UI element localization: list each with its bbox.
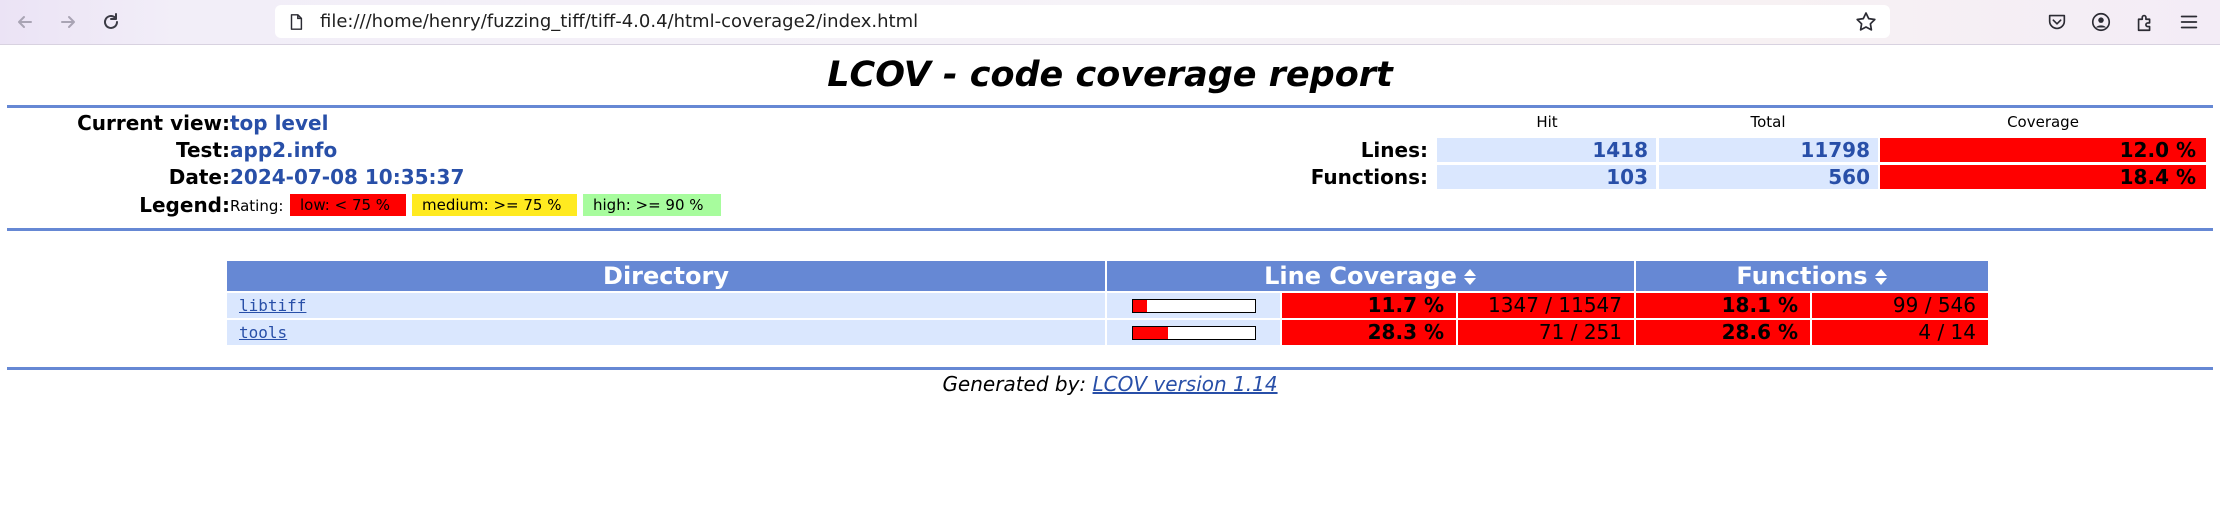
summary-functions-coverage: 18.4 % xyxy=(1880,165,2206,189)
legend-high-badge: high: >= 90 % xyxy=(583,194,721,216)
coverage-bar xyxy=(1132,299,1256,313)
menu-icon[interactable] xyxy=(2177,10,2201,34)
sort-icon[interactable] xyxy=(1463,267,1477,287)
table-row: libtiff xyxy=(227,293,1105,318)
summary-lines-total: 11798 xyxy=(1659,138,1878,162)
report-page: LCOV - code coverage report Current view… xyxy=(0,45,2220,396)
legend-rating-label: Rating: xyxy=(230,197,284,215)
test-row: Test: xyxy=(0,138,230,164)
line-coverage-ratio: 71 / 251 xyxy=(1458,320,1634,345)
divider xyxy=(7,105,2213,108)
date-row: Date: xyxy=(0,165,230,191)
legend-medium-badge: medium: >= 75 % xyxy=(412,194,577,216)
summary-total-header: Total xyxy=(1750,113,1786,131)
line-coverage-ratio: 1347 / 11547 xyxy=(1458,293,1634,318)
bookmark-star-icon[interactable] xyxy=(1854,10,1878,34)
sort-icon[interactable] xyxy=(1874,267,1888,287)
address-bar[interactable]: file:///home/henry/fuzzing_tiff/tiff-4.0… xyxy=(275,5,1890,38)
summary-hit-header: Hit xyxy=(1536,113,1558,131)
url-text[interactable]: file:///home/henry/fuzzing_tiff/tiff-4.0… xyxy=(320,11,918,32)
back-icon[interactable] xyxy=(11,8,39,36)
date-value: 2024-07-08 10:35:37 xyxy=(230,165,465,189)
directory-link-libtiff[interactable]: libtiff xyxy=(239,296,306,315)
function-coverage-ratio: 99 / 546 xyxy=(1812,293,1988,318)
reload-icon[interactable] xyxy=(97,8,125,36)
test-value: app2.info xyxy=(230,138,338,162)
legend-low-badge: low: < 75 % xyxy=(290,194,406,216)
coverage-bar xyxy=(1132,326,1256,340)
summary-functions-hit: 103 xyxy=(1437,165,1656,189)
directory-header-label: Directory xyxy=(603,262,729,290)
summary-coverage-header: Coverage xyxy=(2007,113,2079,131)
function-coverage-ratio: 4 / 14 xyxy=(1812,320,1988,345)
browser-toolbar: file:///home/henry/fuzzing_tiff/tiff-4.0… xyxy=(0,0,2220,45)
account-icon[interactable] xyxy=(2089,10,2113,34)
pocket-icon[interactable] xyxy=(2045,10,2069,34)
divider xyxy=(7,228,2213,231)
column-header-line-coverage[interactable]: Line Coverage xyxy=(1107,261,1634,291)
summary-functions-total: 560 xyxy=(1659,165,1878,189)
date-label: Date: xyxy=(168,165,230,189)
directory-link-tools[interactable]: tools xyxy=(239,323,287,342)
coverage-bar-cell xyxy=(1107,293,1280,318)
table-row: tools xyxy=(227,320,1105,345)
line-coverage-percent: 28.3 % xyxy=(1282,320,1456,345)
line-coverage-percent: 11.7 % xyxy=(1282,293,1456,318)
summary-lines-label: Lines: xyxy=(1360,138,1428,162)
coverage-bar-fill xyxy=(1133,327,1168,339)
divider xyxy=(7,367,2213,370)
coverage-bar-fill xyxy=(1133,300,1148,312)
footer-generated-by: Generated by: xyxy=(942,372,1093,396)
current-view-label: Current view: xyxy=(77,111,230,135)
extensions-icon[interactable] xyxy=(2133,10,2157,34)
functions-header-label: Functions xyxy=(1736,262,1868,290)
coverage-bar-cell xyxy=(1107,320,1280,345)
current-view-value: top level xyxy=(230,111,329,135)
function-coverage-percent: 28.6 % xyxy=(1636,320,1810,345)
test-label: Test: xyxy=(175,138,230,162)
line-coverage-header-label: Line Coverage xyxy=(1264,262,1457,290)
function-coverage-percent: 18.1 % xyxy=(1636,293,1810,318)
forward-icon[interactable] xyxy=(54,8,82,36)
summary-functions-label: Functions: xyxy=(1310,165,1428,189)
lcov-version-link[interactable]: LCOV version 1.14 xyxy=(1093,372,1278,396)
current-view-row: Current view: xyxy=(0,111,230,137)
legend: Rating: low: < 75 % medium: >= 75 % high… xyxy=(0,193,760,219)
page-title: LCOV - code coverage report xyxy=(827,55,1393,95)
column-header-directory: Directory xyxy=(227,261,1105,291)
summary-lines-coverage: 12.0 % xyxy=(1880,138,2206,162)
summary-lines-hit: 1418 xyxy=(1437,138,1656,162)
column-header-functions[interactable]: Functions xyxy=(1636,261,1988,291)
footer: Generated by: LCOV version 1.14 xyxy=(0,372,2220,396)
page-icon xyxy=(285,11,307,33)
